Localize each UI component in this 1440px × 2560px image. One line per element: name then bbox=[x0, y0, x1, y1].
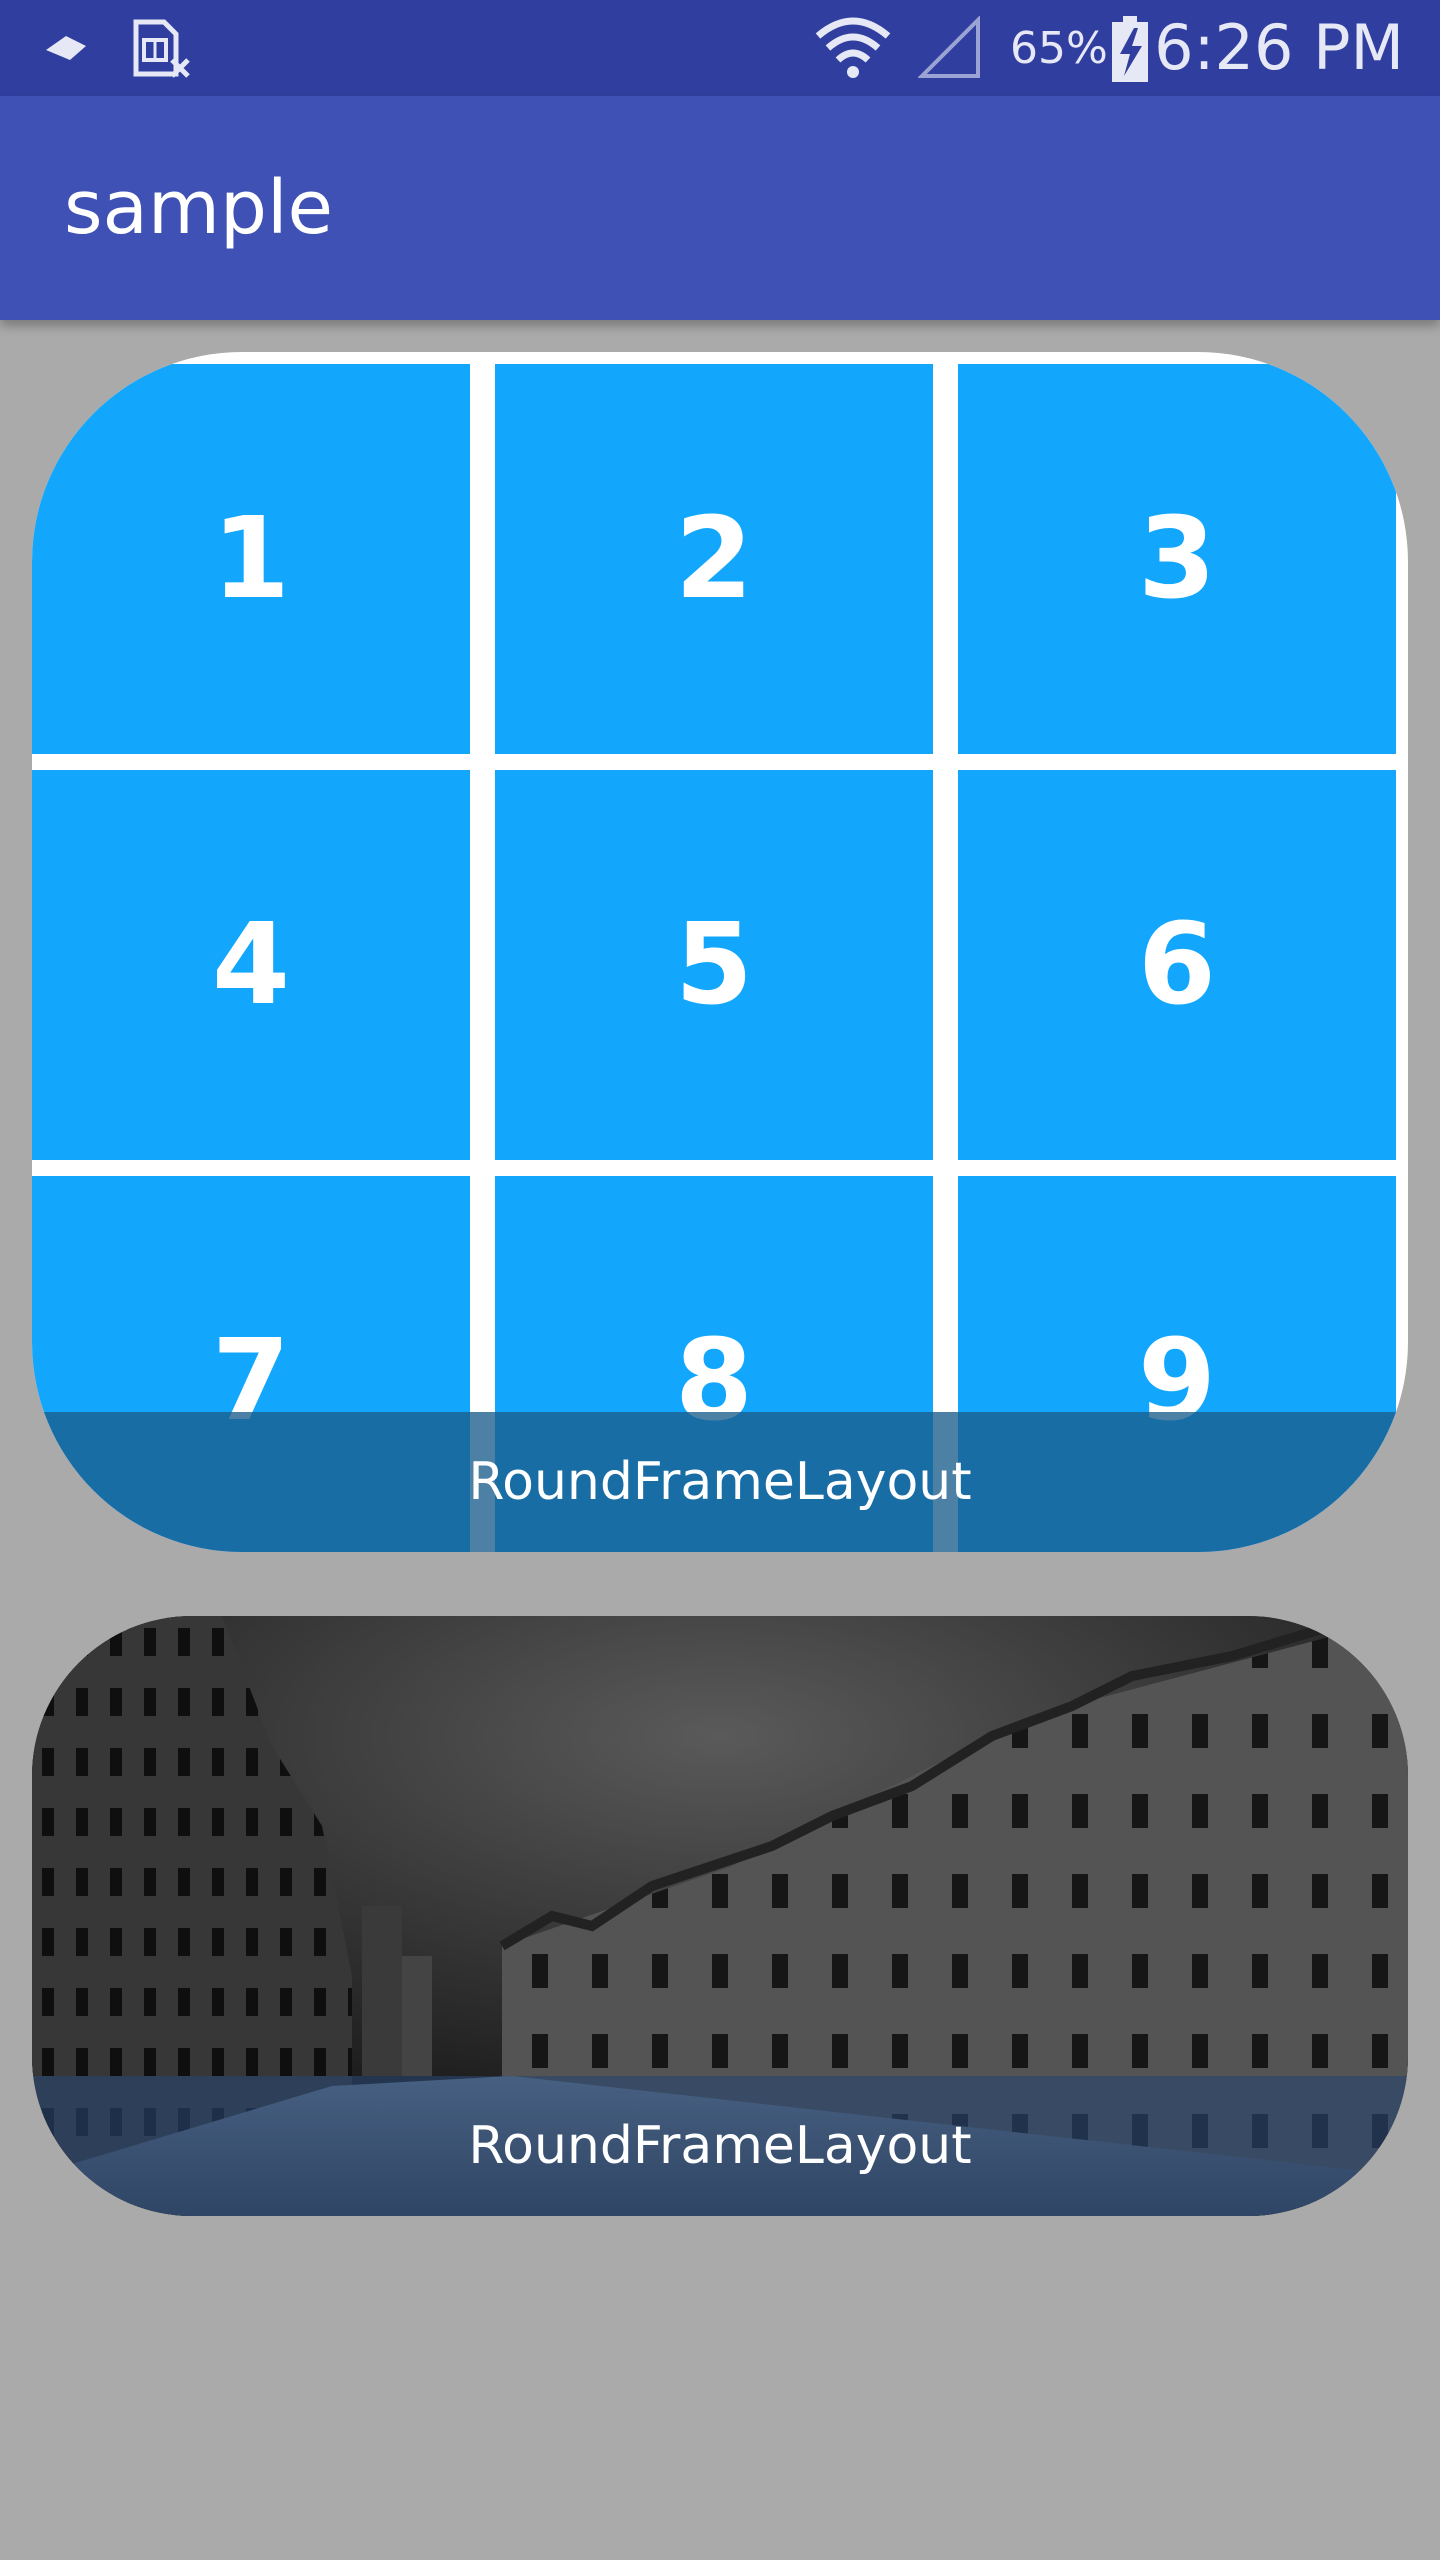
sim-error-icon bbox=[130, 18, 192, 87]
cloud-icon bbox=[40, 30, 90, 71]
signal-icon bbox=[917, 15, 982, 85]
app-bar: sample bbox=[0, 96, 1440, 320]
round-frame-grid: 1 2 3 4 5 6 7 8 9 RoundFrameLayout bbox=[32, 352, 1408, 1552]
number-grid: 1 2 3 4 5 6 7 8 9 bbox=[32, 364, 1396, 1552]
battery-percent: 65% bbox=[1010, 23, 1108, 74]
wifi-icon bbox=[814, 14, 892, 85]
grid-cell: 1 bbox=[32, 364, 470, 754]
grid-cell: 2 bbox=[495, 364, 933, 754]
battery-charging-icon bbox=[1110, 14, 1150, 89]
round-frame-photo: RoundFrameLayout bbox=[32, 1616, 1408, 2216]
grid-cell: 6 bbox=[958, 770, 1396, 1160]
grid-cell: 3 bbox=[958, 364, 1396, 754]
frame-caption: RoundFrameLayout bbox=[32, 2076, 1408, 2216]
grid-cell: 5 bbox=[495, 770, 933, 1160]
frame-caption: RoundFrameLayout bbox=[32, 1412, 1408, 1552]
status-bar: 65% 6:26 PM bbox=[0, 0, 1440, 96]
clock: 6:26 PM bbox=[1154, 11, 1404, 84]
app-title: sample bbox=[64, 165, 334, 251]
grid-cell: 4 bbox=[32, 770, 470, 1160]
